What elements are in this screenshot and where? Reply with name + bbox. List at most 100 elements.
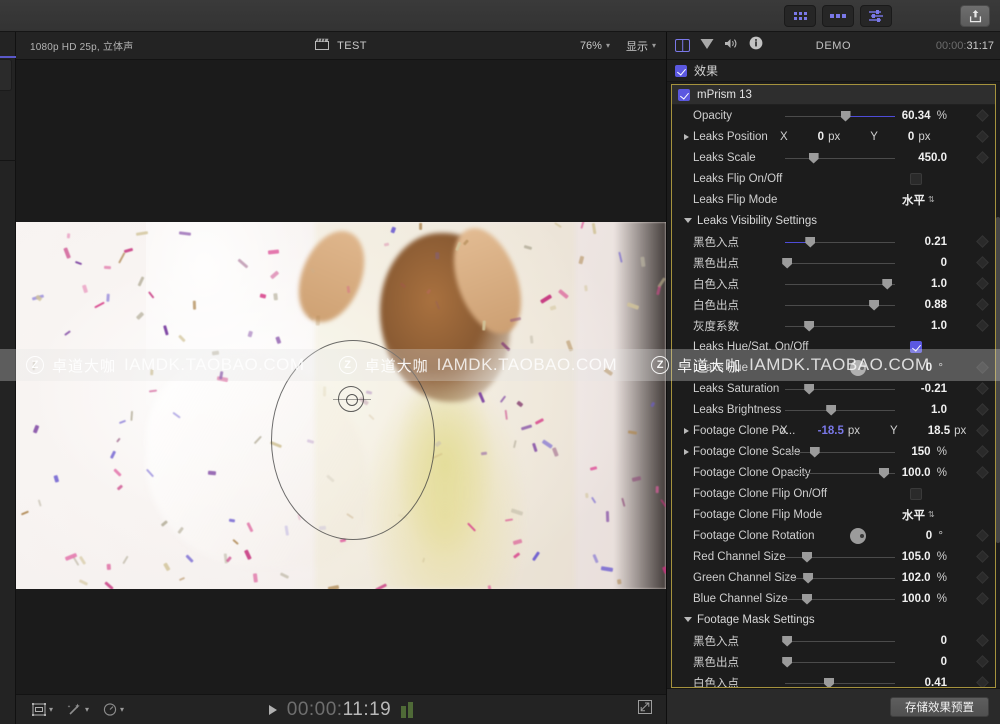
parameter-row[interactable]: Leaks Hue0 ° <box>672 357 995 378</box>
share-button[interactable] <box>960 5 990 27</box>
slider-handle[interactable] <box>841 111 851 122</box>
parameter-row[interactable]: Footage Clone Opacity100.0 % <box>672 462 995 483</box>
parameter-value[interactable]: 0.21 <box>925 236 947 248</box>
keyframe-diamond-icon[interactable] <box>976 529 989 542</box>
rail-collapsed-item[interactable] <box>0 59 12 91</box>
parameter-slider[interactable] <box>785 467 895 479</box>
slider-handle[interactable] <box>824 678 834 689</box>
onscreen-control-handle[interactable] <box>338 386 364 412</box>
slider-handle[interactable] <box>810 447 820 458</box>
keyframe-diamond-icon[interactable] <box>976 550 989 563</box>
parameter-slider[interactable] <box>785 278 895 290</box>
parameter-row[interactable]: 黑色入点0.21 <box>672 231 995 252</box>
parameter-row[interactable]: Footage Clone Flip Mode水平⇅ <box>672 504 995 525</box>
keyframe-diamond-icon[interactable] <box>976 298 989 311</box>
parameter-slider[interactable] <box>785 572 895 584</box>
video-frame[interactable] <box>16 222 666 589</box>
parameter-row[interactable]: 白色入点0.41 <box>672 672 995 688</box>
chevron-right-icon[interactable] <box>684 134 689 140</box>
slider-handle[interactable] <box>782 258 792 269</box>
parameter-row[interactable]: Leaks Scale450.0 <box>672 147 995 168</box>
keyframe-diamond-icon[interactable] <box>976 676 989 688</box>
parameter-value[interactable]: 0 <box>941 257 947 269</box>
parameter-slider[interactable] <box>785 257 895 269</box>
inspector-button[interactable] <box>860 5 892 27</box>
slider-handle[interactable] <box>869 300 879 311</box>
slider-handle[interactable] <box>882 279 892 290</box>
parameter-row[interactable]: 白色出点0.88 <box>672 294 995 315</box>
keyframe-diamond-icon[interactable] <box>976 655 989 668</box>
parameter-row[interactable]: Footage Clone Po...X-18.5pxY18.5px <box>672 420 995 441</box>
keyframe-diamond-icon[interactable] <box>976 424 989 437</box>
transform-menu-button[interactable]: ▾ <box>32 703 53 716</box>
effects-section-header[interactable]: 效果 <box>667 60 1000 82</box>
parameter-value[interactable]: 102.0 % <box>902 572 947 584</box>
slider-handle[interactable] <box>805 237 815 248</box>
chevron-down-icon[interactable] <box>684 218 692 223</box>
parameter-group-5[interactable]: Leaks Visibility Settings <box>672 210 995 231</box>
parameter-row[interactable]: Green Channel Size102.0 % <box>672 567 995 588</box>
slider-handle[interactable] <box>802 552 812 563</box>
parameter-row[interactable]: Blue Channel Size100.0 % <box>672 588 995 609</box>
parameter-slider[interactable] <box>785 320 895 332</box>
parameter-row[interactable]: Leaks Hue/Sat. On/Off <box>672 336 995 357</box>
keyframe-diamond-icon[interactable] <box>976 235 989 248</box>
parameter-slider[interactable] <box>785 635 895 647</box>
parameter-row[interactable]: Leaks PositionX0pxY0px <box>672 126 995 147</box>
keyframe-diamond-icon[interactable] <box>976 130 989 143</box>
parameter-value[interactable]: 450.0 <box>918 152 947 164</box>
parameter-popup-menu[interactable]: 水平⇅ <box>902 507 935 523</box>
slider-handle[interactable] <box>809 153 819 164</box>
parameter-slider[interactable] <box>785 299 895 311</box>
y-value-field[interactable]: 0 <box>908 131 914 143</box>
parameter-checkbox[interactable] <box>910 341 922 353</box>
parameter-value[interactable]: 0 <box>941 656 947 668</box>
parameter-row[interactable]: Opacity60.34 % <box>672 105 995 126</box>
rotation-dial[interactable] <box>850 360 866 376</box>
view-options-menu[interactable]: 显示 ▾ <box>626 38 656 54</box>
parameter-slider[interactable] <box>785 383 895 395</box>
parameter-value[interactable]: 150 % <box>911 446 947 458</box>
parameter-row[interactable]: Footage Clone Flip On/Off <box>672 483 995 504</box>
parameter-value[interactable]: 100.0 % <box>902 467 947 479</box>
keyframe-diamond-icon[interactable] <box>976 361 989 374</box>
parameter-value[interactable]: 1.0 <box>931 320 947 332</box>
parameter-checkbox[interactable] <box>910 488 922 500</box>
parameter-checkbox[interactable] <box>910 173 922 185</box>
parameter-value[interactable]: 0 ° <box>926 362 943 374</box>
parameter-slider[interactable] <box>785 593 895 605</box>
keyframe-diamond-icon[interactable] <box>976 277 989 290</box>
save-effect-preset-button[interactable]: 存储效果预置 <box>890 697 989 717</box>
parameter-row[interactable]: Footage Clone Rotation0 ° <box>672 525 995 546</box>
slider-handle[interactable] <box>782 636 792 647</box>
y-value-field[interactable]: 18.5 <box>928 425 950 437</box>
browser-grid-button[interactable] <box>784 5 816 27</box>
onscreen-control-circle[interactable] <box>271 340 435 540</box>
retime-menu-button[interactable]: ▾ <box>103 703 124 716</box>
parameter-slider[interactable] <box>785 446 895 458</box>
slider-handle[interactable] <box>826 405 836 416</box>
zoom-level-menu[interactable]: 76% ▾ <box>580 40 610 52</box>
x-value-field[interactable]: 0 <box>818 131 824 143</box>
parameter-row[interactable]: Leaks Brightness1.0 <box>672 399 995 420</box>
parameter-row[interactable]: Leaks Flip Mode水平⇅ <box>672 189 995 210</box>
effects-enable-checkbox[interactable] <box>675 65 687 77</box>
parameter-value[interactable]: -0.21 <box>921 383 947 395</box>
parameter-slider[interactable] <box>785 656 895 668</box>
slider-handle[interactable] <box>782 657 792 668</box>
timeline-index-button[interactable] <box>822 5 854 27</box>
parameter-row[interactable]: Leaks Flip On/Off <box>672 168 995 189</box>
chevron-down-icon[interactable] <box>684 617 692 622</box>
parameter-slider[interactable] <box>785 404 895 416</box>
parameter-value[interactable]: 105.0 % <box>902 551 947 563</box>
keyframe-diamond-icon[interactable] <box>976 403 989 416</box>
parameter-value[interactable]: 0 ° <box>926 530 943 542</box>
effects-menu-button[interactable]: ▾ <box>67 703 89 716</box>
slider-handle[interactable] <box>804 384 814 395</box>
keyframe-diamond-icon[interactable] <box>976 445 989 458</box>
keyframe-diamond-icon[interactable] <box>976 109 989 122</box>
parameter-slider[interactable] <box>785 551 895 563</box>
x-value-field[interactable]: -18.5 <box>818 425 844 437</box>
parameter-row[interactable]: Red Channel Size105.0 % <box>672 546 995 567</box>
parameter-row[interactable]: Leaks Saturation-0.21 <box>672 378 995 399</box>
